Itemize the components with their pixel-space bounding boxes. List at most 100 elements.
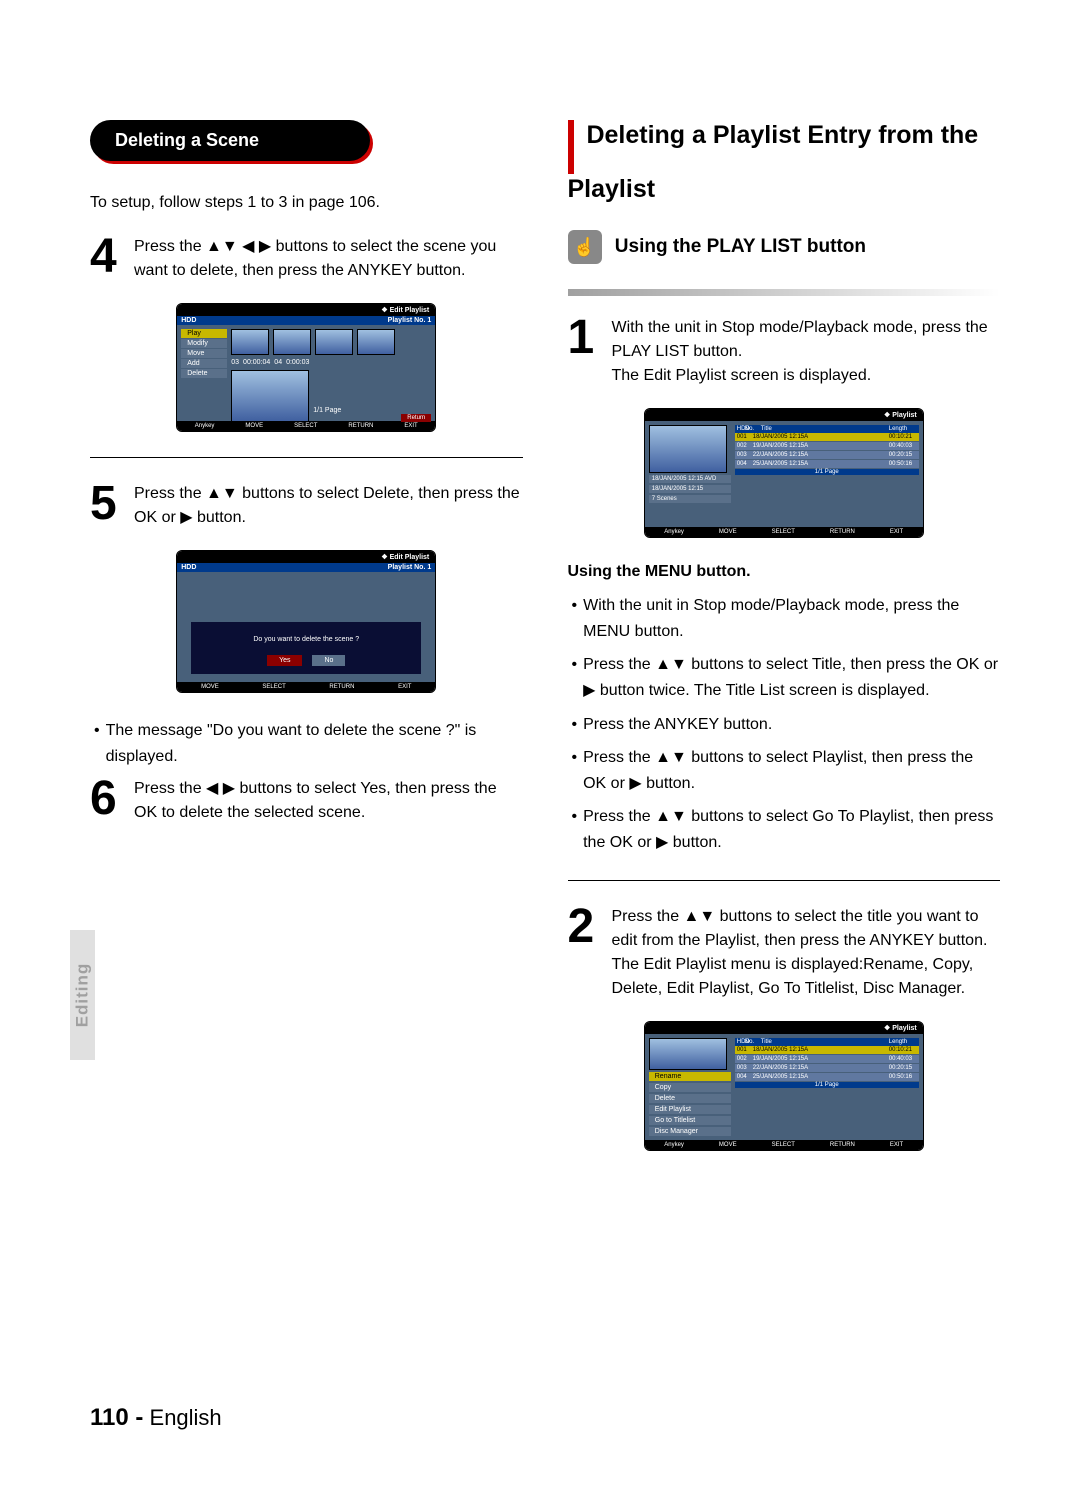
playlist-row[interactable]: 00425/JAN/2005 12:15A00:50:16 <box>735 1073 919 1082</box>
playlist-screenshot: Playlist 18/JAN/2005 12:15 AVD 18/JAN/20… <box>644 408 924 538</box>
ss-menu-item[interactable]: Go to Titlelist <box>649 1116 731 1125</box>
ss-menu-item[interactable]: Play <box>181 329 227 338</box>
touch-icon: ☝ <box>568 230 602 264</box>
anykey-hint: Anykey <box>195 423 215 429</box>
ss-menu-item[interactable]: Move <box>181 349 227 358</box>
ss-footer-bar: Anykey MOVE SELECT RETURN EXIT <box>645 1140 923 1150</box>
heading-bar-icon <box>568 120 574 174</box>
meta-row: 18/JAN/2005 12:15 <box>649 485 731 493</box>
exit-hint: EXIT <box>404 423 417 429</box>
playlist-row[interactable]: 00118/JAN/2005 12:15A00:10:21 <box>735 1046 919 1055</box>
ss-menu-item[interactable]: Delete <box>649 1094 731 1103</box>
playlist-row[interactable]: 00118/JAN/2005 12:15A00:10:21 <box>735 433 919 442</box>
move-hint: MOVE <box>201 684 219 690</box>
step-4: 4 Press the ▲▼ ◀ ▶ buttons to select the… <box>90 235 523 283</box>
no-button[interactable]: No <box>312 655 345 666</box>
ss-menu-item[interactable]: Copy <box>649 1083 731 1092</box>
manual-page: Editing Deleting a Scene To setup, follo… <box>0 0 1080 1487</box>
menu-bullet-list: With the unit in Stop mode/Playback mode… <box>568 593 1001 855</box>
playlist-row[interactable]: 00219/JAN/2005 12:15A00:40:03 <box>735 442 919 451</box>
ss-title: Playlist <box>645 409 923 421</box>
ss-hdd-label: HDD <box>181 564 196 571</box>
page-footer: 110 - English <box>90 1404 222 1432</box>
ss-playlist-no: Playlist No. 1 <box>388 317 432 324</box>
anykey-hint: Anykey <box>664 1142 684 1148</box>
col-length: Length <box>887 425 919 433</box>
page-indicator: 1/1 Page <box>735 469 919 475</box>
return-button[interactable]: Return <box>401 414 431 422</box>
col-title: Title <box>759 1038 887 1046</box>
playlist-row[interactable]: 00425/JAN/2005 12:15A00:50:16 <box>735 460 919 469</box>
ss-menu-item[interactable]: Disc Manager <box>649 1127 731 1136</box>
section-tab: Editing <box>70 930 95 1060</box>
playlist-row[interactable]: 00219/JAN/2005 12:15A00:40:03 <box>735 1055 919 1064</box>
ss-footer-bar: Anykey MOVE SELECT RETURN EXIT <box>645 527 923 537</box>
step-text: Press the ▲▼ buttons to select the title… <box>612 905 1001 1001</box>
move-hint: MOVE <box>719 1142 737 1148</box>
step-1: 1 With the unit in Stop mode/Playback mo… <box>568 316 1001 388</box>
step-5: 5 Press the ▲▼ buttons to select Delete,… <box>90 482 523 530</box>
timecode: 00:00:04 <box>243 359 270 366</box>
step-number: 4 <box>90 235 122 283</box>
move-hint: MOVE <box>245 423 263 429</box>
scene-thumbnail-large[interactable] <box>231 370 309 422</box>
hdd-label: HDD <box>735 425 743 433</box>
exit-hint: EXIT <box>398 684 411 690</box>
page-indicator: 1/1 Page <box>735 1082 919 1088</box>
scene-thumbnail[interactable] <box>273 329 311 355</box>
step-text: Press the ▲▼ buttons to select Delete, t… <box>134 482 523 530</box>
right-column: Deleting a Playlist Entry from the Playl… <box>568 120 1001 1176</box>
timecode: 03 <box>231 359 239 366</box>
move-hint: MOVE <box>719 529 737 535</box>
confirm-prompt: Do you want to delete the scene ? <box>199 636 413 643</box>
ss-menu-item[interactable]: Add <box>181 359 227 368</box>
ss-menu-item[interactable]: Rename <box>649 1072 731 1081</box>
select-hint: SELECT <box>294 423 317 429</box>
step-text: Press the ▲▼ ◀ ▶ buttons to select the s… <box>134 235 523 283</box>
meta-row: 18/JAN/2005 12:15 AVD <box>649 475 731 483</box>
left-column: Deleting a Scene To setup, follow steps … <box>90 120 523 1176</box>
intro-text: To setup, follow steps 1 to 3 in page 10… <box>90 191 523 215</box>
section-heading: Deleting a Playlist Entry from the Playl… <box>568 120 1001 205</box>
ss-menu-item[interactable]: Modify <box>181 339 227 348</box>
playlist-table: HDDNo.TitleLength 00118/JAN/2005 12:15A0… <box>735 425 919 523</box>
exit-hint: EXIT <box>890 529 903 535</box>
section-heading-text: Deleting a Playlist Entry from the Playl… <box>568 121 979 203</box>
divider <box>568 289 1001 296</box>
step-number: 5 <box>90 482 122 530</box>
ss-playlist-no: Playlist No. 1 <box>388 564 432 571</box>
ss-title: Playlist <box>645 1022 923 1034</box>
return-hint: RETURN <box>830 1142 855 1148</box>
timecode: 0:00:03 <box>286 359 309 366</box>
hdd-label: HDD <box>735 1038 743 1046</box>
page-number: 110 - <box>90 1404 143 1431</box>
subsection-heading: Deleting a Scene <box>90 120 370 161</box>
bullet-item: Press the ANYKEY button. <box>583 712 772 738</box>
playlist-row[interactable]: 00322/JAN/2005 12:15A00:20:15 <box>735 1064 919 1073</box>
select-hint: SELECT <box>772 1142 795 1148</box>
playlist-row[interactable]: 00322/JAN/2005 12:15A00:20:15 <box>735 451 919 460</box>
timecode: 04 <box>274 359 282 366</box>
playlist-table: HDDNo.TitleLength 00118/JAN/2005 12:15A0… <box>735 1038 919 1136</box>
scene-thumbnail[interactable] <box>231 329 269 355</box>
scene-thumbnail[interactable] <box>315 329 353 355</box>
preview-thumbnail <box>649 425 727 473</box>
note-text: The message "Do you want to delete the s… <box>106 718 523 769</box>
edit-playlist-screenshot: Edit Playlist HDD Playlist No. 1 Play Mo… <box>176 303 436 432</box>
return-hint: RETURN <box>830 529 855 535</box>
step-number: 2 <box>568 905 600 1001</box>
bullet-item: Press the ▲▼ buttons to select Playlist,… <box>583 745 1000 796</box>
ss-menu-item[interactable]: Edit Playlist <box>649 1105 731 1114</box>
yes-button[interactable]: Yes <box>267 655 302 666</box>
step-6: 6 Press the ◀ ▶ buttons to select Yes, t… <box>90 777 523 825</box>
bullet-item: With the unit in Stop mode/Playback mode… <box>583 593 1000 644</box>
scene-thumbnail[interactable] <box>357 329 395 355</box>
page-indicator: 1/1 Page <box>313 407 431 414</box>
subsection-title-text: Using the PLAY LIST button <box>615 236 866 257</box>
ss-title: Edit Playlist <box>177 551 435 563</box>
step-number: 1 <box>568 316 600 388</box>
return-hint: RETURN <box>348 423 373 429</box>
delete-confirm-screenshot: Edit Playlist HDD Playlist No. 1 Do you … <box>176 550 436 693</box>
exit-hint: EXIT <box>890 1142 903 1148</box>
ss-menu-item[interactable]: Delete <box>181 369 227 378</box>
